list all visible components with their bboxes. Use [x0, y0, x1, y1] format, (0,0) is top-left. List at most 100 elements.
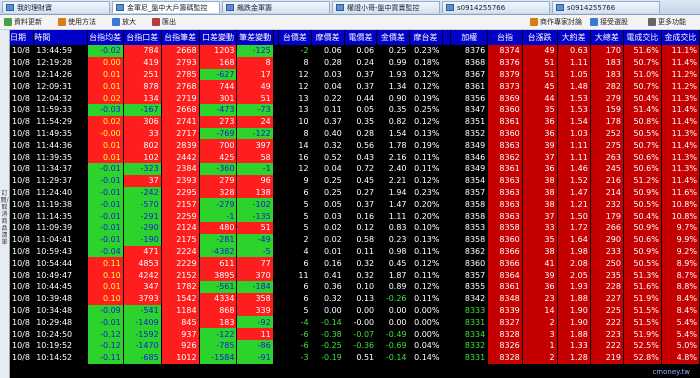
tab-0[interactable]: 我的理財寶	[2, 1, 110, 13]
separator	[442, 174, 452, 187]
col-header-tx[interactable]: 台指	[487, 30, 523, 45]
cell-fin-volume-ratio: 11.3%	[661, 162, 700, 175]
table-row[interactable]: 10/8 10:19:52 -0.12 -1470 926 -785 -86 -6 -0.25-…	[10, 339, 700, 352]
data-grid: 日期 時間 台指均差 台指口差 台指筆差 口差變動 筆差變動 台價差 摩價差 電價差 金價差 摩台差加…	[10, 30, 700, 378]
tab-2[interactable]: 飆跌金軍籌	[222, 1, 330, 13]
col-header-time[interactable]: 時間	[33, 30, 88, 45]
tab-5[interactable]: s0914255766	[552, 1, 660, 13]
cell-time: 10:29:48	[33, 316, 88, 329]
help-button[interactable]: 使用方法	[58, 17, 96, 27]
cell-time: 10:54:44	[33, 257, 88, 270]
cell-big-total-diff: 227	[590, 292, 624, 305]
table-row[interactable]: 10/8 12:14:26 0.01 251 2785 -627 17 12 0.03 0.37 1…	[10, 68, 700, 81]
side-panel[interactable]: 訂閱/取消商品清單	[0, 30, 10, 378]
table-row[interactable]: 10/8 10:24:50 -0.12 -1592 937 -122 11 -6 -0.38 -0…	[10, 328, 700, 340]
cell-tx: 8376	[487, 56, 523, 69]
cell-tx-change: 36	[522, 280, 558, 293]
toolbar-icon	[152, 18, 160, 26]
col-header-tx-change[interactable]: 台漲跌	[522, 30, 558, 45]
table-row[interactable]: 10/8 10:44:45 0.01 347 1782 -561 -184 6 0.36 0.10…	[10, 280, 700, 293]
tab-4[interactable]: s0914255766	[442, 1, 550, 13]
table-row[interactable]: 10/8 10:49:47 0.10 4242 2152 3895 370 11 0.41 0.3…	[10, 269, 700, 281]
cell-lot-diff-change: -627	[199, 68, 238, 81]
table-row[interactable]: 10/8 11:59:33 -0.03 -167 2668 -473 -73 13 0.11 0.…	[10, 103, 700, 116]
cell-tx: 8339	[487, 304, 523, 317]
cell-big-total-diff: 178	[590, 115, 624, 128]
cell-tx-avg-diff: 0.10	[87, 292, 124, 305]
cell-tx-lot-diff: 784	[123, 45, 162, 57]
cell-time: 11:59:33	[33, 103, 88, 116]
col-header-date[interactable]: 日期	[10, 30, 35, 45]
cell-tx: 8366	[487, 245, 523, 258]
tab-label: s0914255766	[457, 4, 506, 12]
cell-msci-basis: 0.16	[311, 257, 345, 270]
cell-time: 11:09:39	[33, 221, 88, 234]
col-header-lot-diff-change[interactable]: 口差變動	[199, 30, 238, 45]
table-row[interactable]: 10/8 11:29:37 -0.01 37 2393 279 96 9 0.25 0.45 2.2…	[10, 174, 700, 187]
col-header-taiex[interactable]: 加權	[450, 30, 489, 45]
table-row[interactable]: 10/8 12:19:28 0.00 419 2793 168 8 8 0.28 0.24 0.99…	[10, 56, 700, 69]
cell-tx-avg-diff: 0.10	[87, 269, 124, 281]
table-row[interactable]: 10/8 11:44:36 0.01 802 2839 700 397 14 0.32 0.56 1…	[10, 139, 700, 152]
table-row[interactable]: 10/8 10:34:48 -0.09 -541 1184 868 339 5 0.00 0.00…	[10, 304, 700, 317]
cell-big-total-diff: 183	[590, 56, 624, 69]
expert-discussion-button[interactable]: 商作專家討論	[530, 17, 582, 27]
cell-tx: 8361	[487, 162, 523, 175]
table-row[interactable]: 10/8 11:09:39 -0.01 -290 2124 480 51 5 0.02 0.12 0…	[10, 221, 700, 234]
table-row[interactable]: 10/8 13:44:59 -0.02 784 2668 1203 -125 -2 0.06 0.…	[10, 45, 700, 57]
cell-tw-basis: 5	[278, 221, 312, 234]
more-functions-button[interactable]: 更多功能	[648, 17, 686, 27]
col-header-tx-count-diff[interactable]: 台指筆差	[161, 30, 200, 45]
cell-tx-lot-diff: 4853	[123, 257, 162, 270]
table-row[interactable]: 10/8 11:04:41 -0.01 -190 2175 -281 -49 2 0.02 0.5…	[10, 233, 700, 246]
cell-tx-avg-diff: -0.02	[87, 45, 124, 57]
cell-tx-lot-diff: 347	[123, 280, 162, 293]
cell-tx-change: 38	[522, 198, 558, 211]
cell-tw-basis: 5	[278, 210, 312, 222]
accept-stock-button[interactable]: 接受選股	[590, 17, 628, 27]
col-header-big-approx-diff[interactable]: 大約差	[557, 30, 591, 45]
cell-time: 11:49:35	[33, 127, 88, 140]
table-row[interactable]: 10/8 10:59:43 -0.04 471 2224 -4382 -5 4 0.01 0.11…	[10, 245, 700, 258]
tab-3[interactable]: 權證小哥-盤中買賣監控	[332, 1, 440, 13]
cell-fin-volume-ratio: 11.1%	[661, 45, 700, 57]
cell-big-approx-diff: 1.54	[557, 115, 591, 128]
cell-msci-tw-diff: 0.11%	[409, 162, 443, 175]
cell-elec-basis: 0.16	[344, 210, 378, 222]
col-header-tx-lot-diff[interactable]: 台指口差	[123, 30, 162, 45]
col-header-tx-avg-diff[interactable]: 台指均差	[87, 30, 124, 45]
table-row[interactable]: 10/8 11:54:29 0.02 306 2741 273 24 10 0.37 0.35 0.…	[10, 115, 700, 128]
col-header-count-diff-change[interactable]: 筆差變動	[236, 30, 274, 45]
table-row[interactable]: 10/8 10:39:48 0.10 3793 1542 4334 358 6 0.32 0.13…	[10, 292, 700, 305]
toolbar-label: 匯出	[162, 18, 176, 26]
col-header-fin-basis[interactable]: 金價差	[376, 30, 410, 45]
cell-tx-change: 39	[522, 139, 558, 152]
table-row[interactable]: 10/8 10:14:52 -0.11 -685 1012 -1584 -91 -3 -0.19…	[10, 351, 700, 364]
table-row[interactable]: 10/8 11:14:35 -0.01 -291 2259 -1 -135 5 0.03 0.16…	[10, 210, 700, 222]
table-row[interactable]: 10/8 12:04:32 0.02 134 2719 301 51 13 0.22 0.44 0.…	[10, 92, 700, 104]
table-row[interactable]: 10/8 12:09:31 0.01 878 2768 744 49 12 0.04 0.37 1.…	[10, 80, 700, 93]
col-header-elec-volume-ratio[interactable]: 電成交比	[623, 30, 662, 45]
table-row[interactable]: 10/8 10:29:48 -0.01 -1409 845 183 -92 -4 -0.14 -0…	[10, 316, 700, 329]
tab-1[interactable]: 金軍尼_盤中大戶籌碼監控	[112, 1, 220, 13]
col-header-fin-volume-ratio[interactable]: 金成交比	[661, 30, 700, 45]
table-row[interactable]: 10/8 11:19:38 -0.01 -570 2157 -279 -102 5 0.05 0.…	[10, 198, 700, 211]
col-header-tw-basis[interactable]: 台價差	[278, 30, 312, 45]
export-button[interactable]: 匯出	[152, 17, 176, 27]
col-header-msci-basis[interactable]: 摩價差	[311, 30, 345, 45]
cell-big-approx-diff: 1.64	[557, 233, 591, 246]
table-row[interactable]: 10/8 11:49:35 -0.00 33 2717 -769 -122 8 0.40 0.28…	[10, 127, 700, 140]
refresh-button[interactable]: 資料更新	[4, 17, 42, 27]
col-header-big-total-diff[interactable]: 大總差	[590, 30, 624, 45]
cell-big-approx-diff: 0.63	[557, 45, 591, 57]
col-header-elec-basis[interactable]: 電價差	[344, 30, 378, 45]
table-row[interactable]: 10/8 11:39:35 0.01 102 2442 425 58 16 0.52 0.43 2.…	[10, 151, 700, 163]
col-header-msci-tw-diff[interactable]: 摩台差	[409, 30, 443, 45]
cell-fin-volume-ratio: 9.2%	[661, 245, 700, 258]
zoom-button[interactable]: 放大	[112, 17, 136, 27]
separator	[442, 139, 452, 152]
table-row[interactable]: 10/8 11:34:37 -0.01 -323 2384 -360 -1 12 0.04 0.7…	[10, 162, 700, 175]
table-row[interactable]: 10/8 11:24:40 -0.01 -242 2295 328 138 6 0.25 0.27…	[10, 186, 700, 199]
table-row[interactable]: 10/8 10:54:44 0.11 4853 2229 611 77 6 0.16 0.32 0.…	[10, 257, 700, 270]
cell-big-total-diff: 235	[590, 269, 624, 281]
